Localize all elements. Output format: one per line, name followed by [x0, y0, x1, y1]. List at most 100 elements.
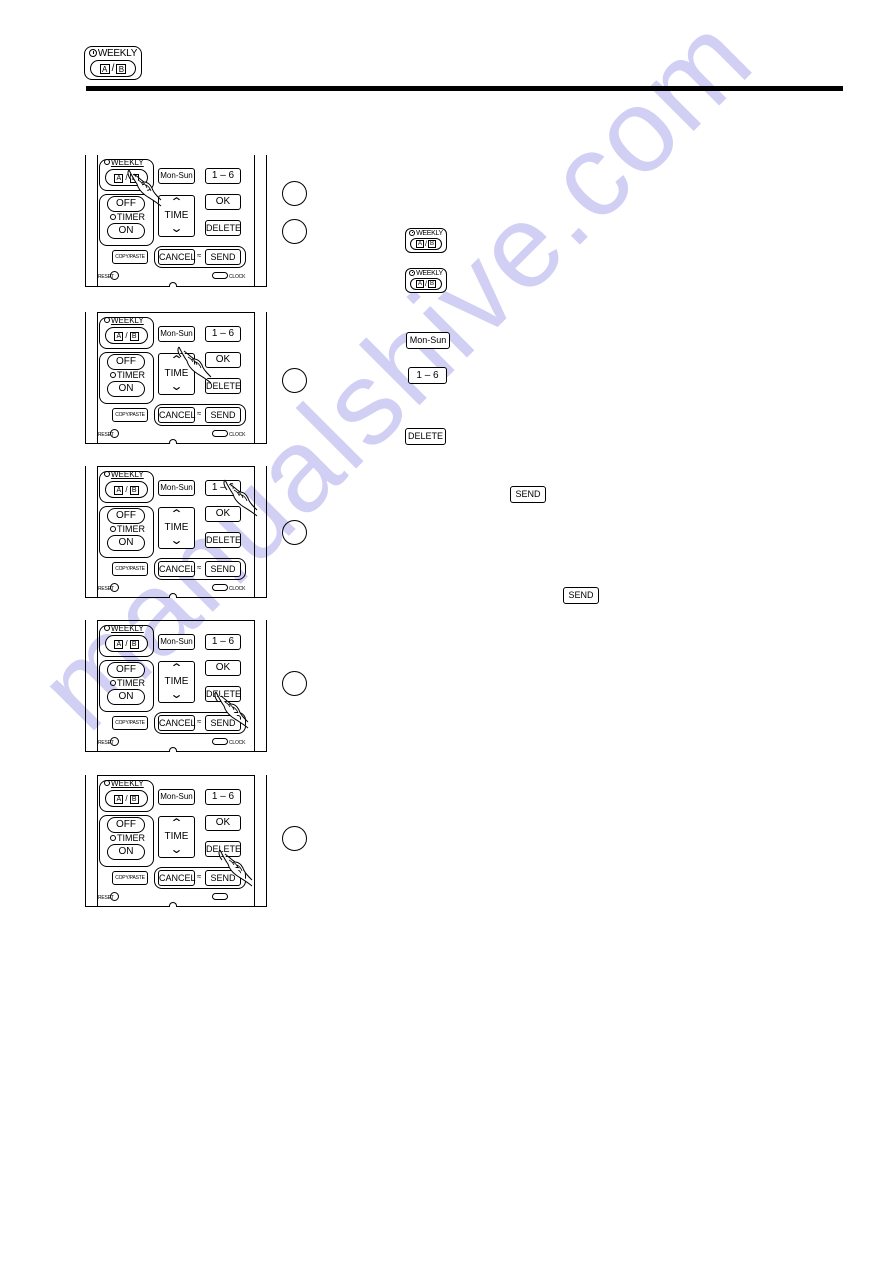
time-up-icon[interactable]: ⌃ — [152, 817, 201, 829]
mon-sun-button[interactable]: Mon-Sun — [158, 326, 195, 342]
reset-button[interactable] — [110, 429, 119, 438]
reset-button[interactable] — [110, 583, 119, 592]
weekly-ab-button[interactable]: A / B — [105, 635, 148, 652]
copy-paste-button[interactable]: COPY/PASTE — [112, 562, 148, 576]
timer-clock-icon — [104, 625, 110, 631]
slash: / — [425, 280, 427, 288]
pointing-hand-icon — [214, 691, 249, 729]
copy-paste-button[interactable]: COPY/PASTE — [112, 408, 148, 422]
timer-clock-icon — [409, 270, 416, 277]
remote-notch — [169, 593, 177, 598]
timer-on-button[interactable]: ON — [107, 223, 145, 239]
timer-off-button[interactable]: OFF — [107, 508, 145, 524]
clock-button[interactable] — [212, 272, 228, 279]
weekly-ab-button[interactable]: A / B — [105, 481, 148, 498]
timer-on-button[interactable]: ON — [107, 689, 145, 705]
one-six-button-icon: 1 – 6 — [408, 367, 447, 384]
timer-off-button[interactable]: OFF — [107, 354, 145, 370]
remote-outline — [266, 775, 267, 907]
reset-button[interactable] — [110, 271, 119, 280]
clock-button[interactable] — [212, 893, 228, 900]
time-down-icon[interactable]: ⌄ — [152, 222, 201, 234]
remote-notch — [169, 747, 177, 752]
ok-button[interactable]: OK — [205, 815, 241, 831]
clock-label: CLOCK — [229, 432, 246, 438]
timer-on-button[interactable]: ON — [107, 844, 145, 860]
signal-icon: ≈ — [197, 563, 202, 572]
clock-button[interactable] — [212, 584, 228, 591]
send-button[interactable]: SEND — [205, 249, 241, 265]
copy-paste-button[interactable]: COPY/PASTE — [112, 250, 148, 264]
send-button[interactable]: SEND — [205, 561, 241, 577]
clock-button[interactable] — [212, 738, 228, 745]
timer-off-button[interactable]: OFF — [107, 662, 145, 678]
mon-sun-button-icon: Mon-Sun — [406, 332, 450, 349]
time-label: TIME — [164, 522, 189, 533]
timer-clock-icon — [104, 317, 110, 323]
remote-outline — [266, 466, 267, 598]
time-button[interactable]: ⌃ TIME ⌄ — [158, 661, 195, 703]
time-label: TIME — [164, 210, 189, 221]
ok-button[interactable]: OK — [205, 660, 241, 676]
remote-control-illustration: WEEKLY A / B Mon-Sun 1 – 6 OFF TIMER ON … — [85, 466, 267, 598]
timer-off-button[interactable]: OFF — [107, 817, 145, 833]
timer-clock-icon — [88, 49, 97, 58]
time-label: TIME — [164, 831, 189, 842]
step-circle — [282, 368, 307, 393]
time-up-icon[interactable]: ⌃ — [152, 662, 201, 674]
clock-label: CLOCK — [229, 586, 246, 592]
weekly-label: WEEKLY — [104, 779, 144, 788]
slash: / — [425, 240, 427, 248]
remote-outline — [266, 620, 267, 752]
weekly-label: WEEKLY — [104, 158, 144, 167]
ok-button[interactable]: OK — [205, 194, 241, 210]
pointing-hand-icon — [223, 479, 258, 517]
remote-panel: WEEKLY A / B Mon-Sun 1 – 6 OFF TIMER ON … — [97, 155, 255, 287]
delete-button[interactable]: DELETE — [205, 220, 241, 236]
timer-label: TIMER — [110, 833, 145, 843]
timer-on-button[interactable]: ON — [107, 535, 145, 551]
copy-paste-button[interactable]: COPY/PASTE — [112, 871, 148, 885]
timer-clock-icon — [409, 230, 416, 237]
cancel-button[interactable]: CANCEL — [158, 870, 196, 886]
pointing-hand-icon — [218, 849, 253, 887]
mon-sun-button[interactable]: Mon-Sun — [158, 480, 195, 496]
clock-button[interactable] — [212, 430, 228, 437]
step-circle — [282, 520, 307, 545]
one-six-button[interactable]: 1 – 6 — [205, 326, 241, 342]
timer-on-button[interactable]: ON — [107, 381, 145, 397]
remote-outline — [85, 775, 86, 907]
timer-clock-icon — [110, 372, 116, 378]
cancel-button[interactable]: CANCEL — [158, 561, 196, 577]
cancel-button[interactable]: CANCEL — [158, 407, 196, 423]
b-label: B — [427, 280, 436, 288]
time-down-icon[interactable]: ⌄ — [152, 534, 201, 546]
reset-button[interactable] — [110, 737, 119, 746]
copy-paste-button[interactable]: COPY/PASTE — [112, 716, 148, 730]
delete-button[interactable]: DELETE — [205, 532, 241, 548]
weekly-ab-button[interactable]: A / B — [105, 327, 148, 344]
remote-outline — [266, 312, 267, 444]
remote-control-illustration: WEEKLY A / B Mon-Sun 1 – 6 OFF TIMER ON … — [85, 620, 267, 752]
a-label: A — [99, 63, 110, 74]
time-down-icon[interactable]: ⌄ — [152, 688, 201, 700]
time-button[interactable]: ⌃ TIME ⌄ — [158, 507, 195, 549]
b-label: B — [427, 240, 436, 248]
signal-icon: ≈ — [197, 251, 202, 260]
time-up-icon[interactable]: ⌃ — [152, 508, 201, 520]
weekly-ab-button[interactable]: A / B — [105, 790, 148, 807]
mon-sun-button[interactable]: Mon-Sun — [158, 634, 195, 650]
one-six-button[interactable]: 1 – 6 — [205, 168, 241, 184]
timer-clock-icon — [110, 680, 116, 686]
time-button[interactable]: ⌃ TIME ⌄ — [158, 816, 195, 858]
cancel-button[interactable]: CANCEL — [158, 249, 196, 265]
remote-notch — [169, 439, 177, 444]
one-six-button[interactable]: 1 – 6 — [205, 634, 241, 650]
reset-button[interactable] — [110, 892, 119, 901]
one-six-button[interactable]: 1 – 6 — [205, 789, 241, 805]
cancel-button[interactable]: CANCEL — [158, 715, 196, 731]
mon-sun-button[interactable]: Mon-Sun — [158, 789, 195, 805]
a-label: A — [416, 280, 425, 288]
time-down-icon[interactable]: ⌄ — [152, 843, 201, 855]
send-button[interactable]: SEND — [205, 407, 241, 423]
